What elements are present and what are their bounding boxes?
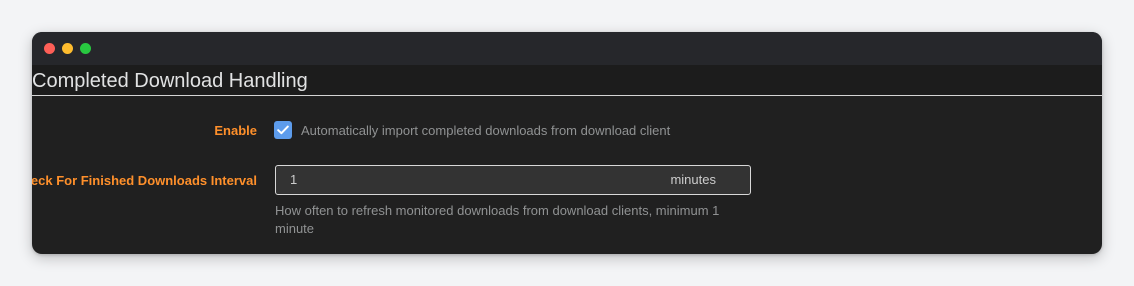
title-bar — [32, 32, 1102, 65]
section-title: Completed Download Handling — [32, 70, 308, 92]
interval-help-text: How often to refresh monitored downloads… — [275, 203, 720, 236]
enable-description[interactable]: Automatically import completed downloads… — [301, 123, 670, 139]
interval-label: Check For Finished Downloads Interval — [32, 173, 257, 188]
interval-input[interactable] — [276, 166, 656, 194]
app-window: Completed Download Handling Enable Autom… — [32, 32, 1102, 254]
minimize-window-button[interactable] — [62, 43, 73, 54]
checkmark-icon — [277, 125, 289, 135]
enable-checkbox[interactable] — [274, 121, 292, 139]
enable-label: Enable — [214, 123, 257, 138]
close-window-button[interactable] — [44, 43, 55, 54]
interval-unit: minutes — [670, 172, 716, 187]
interval-input-group: minutes — [275, 165, 751, 195]
zoom-window-button[interactable] — [80, 43, 91, 54]
